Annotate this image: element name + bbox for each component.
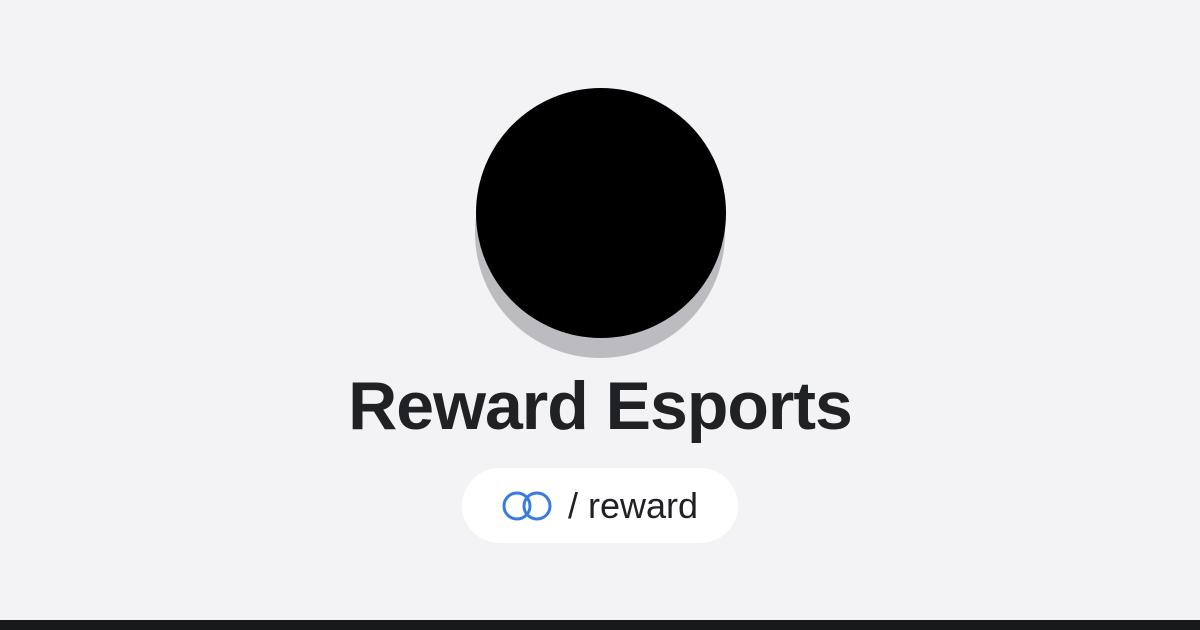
profile-name: Reward Esports [348,368,853,444]
profile-handle: / reward [567,484,699,526]
bottom-bar [0,620,1200,630]
link-rings-icon [498,489,556,523]
profile-handle-pill[interactable]: / reward [462,468,738,543]
avatar [476,88,726,338]
